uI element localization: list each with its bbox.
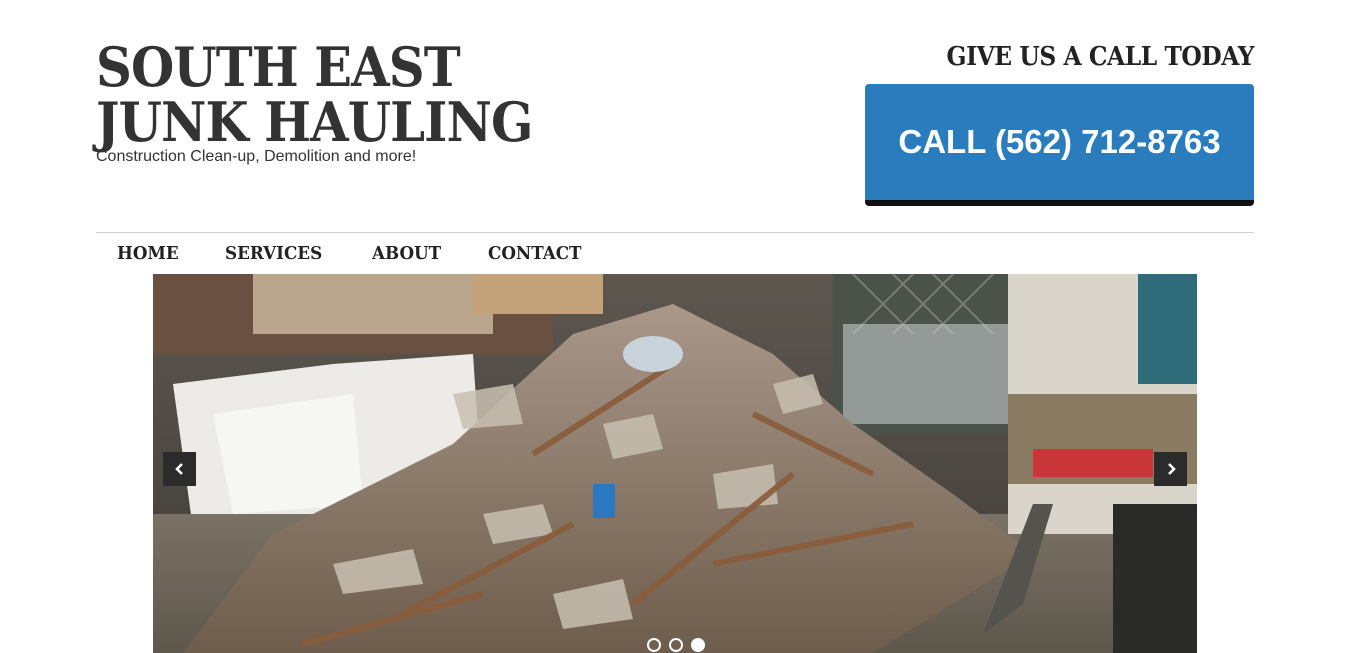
main-nav: HOME SERVICES ABOUT CONTACT xyxy=(96,232,1254,274)
image-slider[interactable] xyxy=(153,274,1197,653)
nav-item-about[interactable]: ABOUT xyxy=(372,233,441,274)
call-button[interactable]: CALL (562) 712-8763 xyxy=(865,84,1254,206)
slider-dot-1[interactable] xyxy=(647,638,661,652)
nav-item-services[interactable]: SERVICES xyxy=(225,233,322,274)
slide-image xyxy=(153,274,1197,653)
slider-pagination xyxy=(647,638,705,652)
chevron-right-icon xyxy=(1167,463,1176,475)
chevron-left-icon xyxy=(174,463,183,475)
site-title-line-2[interactable]: JUNK HAULING xyxy=(96,95,533,150)
site-title-line-1[interactable]: SOUTH EAST xyxy=(96,40,532,95)
slider-dot-3[interactable] xyxy=(691,638,705,652)
slider-next-button[interactable] xyxy=(1154,452,1187,486)
brand: SOUTH EAST JUNK HAULING Construction Cle… xyxy=(96,40,570,166)
site-title[interactable]: SOUTH EAST JUNK HAULING xyxy=(96,40,533,150)
call-heading: GIVE US A CALL TODAY xyxy=(946,42,1255,72)
call-block: GIVE US A CALL TODAY CALL (562) 712-8763 xyxy=(865,42,1254,206)
nav-item-home[interactable]: HOME xyxy=(117,233,179,274)
slider-prev-button[interactable] xyxy=(163,452,196,486)
nav-item-contact[interactable]: CONTACT xyxy=(488,233,582,274)
slider-dot-2[interactable] xyxy=(669,638,683,652)
